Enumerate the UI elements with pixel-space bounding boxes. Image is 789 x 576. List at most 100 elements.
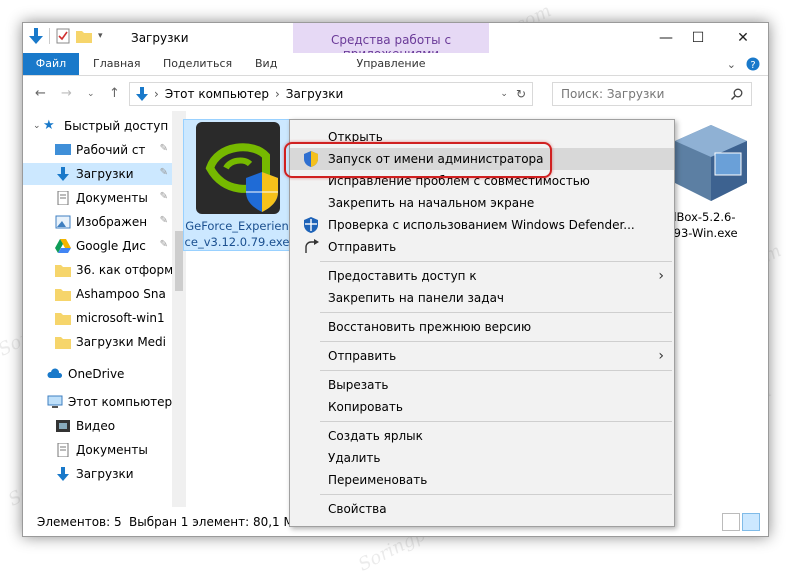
- nav-onedrive[interactable]: OneDrive: [23, 363, 172, 385]
- tab-file[interactable]: Файл: [23, 53, 79, 75]
- nav-item-folder[interactable]: Ashampoo Sna: [23, 283, 172, 305]
- menu-item-grant-access[interactable]: Предоставить доступ к ›: [290, 265, 674, 287]
- nav-label: Загрузки: [76, 167, 134, 181]
- nav-item-google-drive[interactable]: Google Дис ✎: [23, 235, 172, 257]
- file-name: GeForce_Experien ce_v3.12.0.79.exe: [184, 218, 290, 250]
- nav-quick-access[interactable]: ⌄ ★ Быстрый доступ: [23, 115, 172, 137]
- menu-item-defender-scan[interactable]: Проверка с использованием Windows Defend…: [290, 214, 674, 236]
- menu-item-delete[interactable]: Удалить: [290, 447, 674, 469]
- nav-label: Этот компьютер: [68, 395, 172, 409]
- folder-icon: [55, 313, 71, 325]
- nav-item-folder[interactable]: Загрузки Medi: [23, 331, 172, 353]
- properties-icon[interactable]: [56, 28, 70, 44]
- nav-item-video[interactable]: Видео: [23, 415, 172, 437]
- ribbon-right-controls: ⌄ ?: [727, 57, 760, 71]
- menu-separator: [320, 370, 672, 371]
- menu-item-create-shortcut[interactable]: Создать ярлык: [290, 425, 674, 447]
- recent-chevron-icon[interactable]: ⌄: [87, 89, 95, 99]
- nav-label: Загрузки: [76, 467, 134, 481]
- pin-icon: ✎: [159, 239, 168, 250]
- up-arrow-icon[interactable]: ↑: [109, 86, 120, 101]
- tab-manage[interactable]: Управление: [293, 53, 489, 75]
- view-toggle: [722, 513, 760, 531]
- nav-item-desktop[interactable]: Рабочий ст ✎: [23, 139, 172, 161]
- selection-info: Выбран 1 элемент: 80,1 МБ: [129, 515, 303, 529]
- menu-item-restore-version[interactable]: Восстановить прежнюю версию: [290, 316, 674, 338]
- nav-item-documents[interactable]: Документы ✎: [23, 187, 172, 209]
- menu-label: Создать ярлык: [328, 429, 423, 443]
- file-name-line: ce_v3.12.0.79.exe: [184, 235, 290, 249]
- defender-icon: [304, 217, 318, 233]
- google-drive-icon: [55, 239, 71, 253]
- menu-item-pin-taskbar[interactable]: Закрепить на панели задач: [290, 287, 674, 309]
- address-bar[interactable]: › Этот компьютер › Загрузки ⌄ ↻: [129, 82, 533, 106]
- close-button[interactable]: ✕: [720, 23, 766, 53]
- nav-item-folder[interactable]: 36. как отформ: [23, 259, 172, 281]
- large-icons-view-icon[interactable]: [742, 513, 760, 531]
- customize-chevron-icon[interactable]: ▾: [98, 31, 103, 41]
- menu-label: Отправить: [328, 349, 397, 363]
- nav-label: Загрузки Medi: [76, 335, 166, 349]
- maximize-button[interactable]: ☐: [675, 23, 721, 53]
- nav-item-pc-documents[interactable]: Документы: [23, 439, 172, 461]
- nav-item-downloads[interactable]: Загрузки ✎: [23, 163, 172, 185]
- menu-label: Отправить: [328, 240, 397, 254]
- help-icon[interactable]: ?: [746, 57, 760, 71]
- menu-item-copy[interactable]: Копировать: [290, 396, 674, 418]
- menu-item-cut[interactable]: Вырезать: [290, 374, 674, 396]
- details-view-icon[interactable]: [722, 513, 740, 531]
- pin-icon: ✎: [159, 191, 168, 202]
- nav-item-folder[interactable]: microsoft-win1: [23, 307, 172, 329]
- menu-label: Предоставить доступ к: [328, 269, 477, 283]
- back-arrow-icon[interactable]: ←: [35, 86, 46, 101]
- submenu-arrow-icon: ›: [658, 348, 664, 364]
- folder-icon: [55, 289, 71, 301]
- nav-item-pictures[interactable]: Изображен ✎: [23, 211, 172, 233]
- breadcrumb-separator-icon[interactable]: ›: [154, 87, 159, 101]
- toolbar-separator: [49, 28, 50, 44]
- downloads-icon: [57, 167, 69, 181]
- folder-icon: [55, 337, 71, 349]
- pin-icon: ✎: [159, 143, 168, 154]
- breadcrumb-this-pc[interactable]: Этот компьютер: [165, 87, 269, 101]
- breadcrumb-downloads[interactable]: Загрузки: [286, 87, 344, 101]
- tab-home[interactable]: Главная: [93, 53, 141, 75]
- forward-arrow-icon[interactable]: →: [61, 86, 72, 101]
- file-item-geforce[interactable]: GeForce_Experien ce_v3.12.0.79.exe: [183, 119, 291, 251]
- menu-item-properties[interactable]: Свойства: [290, 498, 674, 520]
- nav-label: 36. как отформ: [76, 263, 172, 277]
- tab-share[interactable]: Поделиться: [163, 53, 232, 75]
- menu-item-rename[interactable]: Переименовать: [290, 469, 674, 491]
- address-dropdown-icon[interactable]: ⌄: [500, 89, 508, 99]
- down-arrow-icon[interactable]: [29, 28, 43, 44]
- star-icon: ★: [43, 118, 55, 133]
- share-icon: [305, 239, 319, 253]
- nav-label: Видео: [76, 419, 116, 433]
- menu-label: Переименовать: [328, 473, 428, 487]
- menu-item-send-to[interactable]: Отправить ›: [290, 345, 674, 367]
- menu-label: Вырезать: [328, 378, 389, 392]
- refresh-icon[interactable]: ↻: [516, 87, 526, 101]
- new-folder-icon[interactable]: [76, 29, 92, 43]
- file-name-line: GeForce_Experien: [185, 219, 289, 233]
- video-icon: [56, 420, 70, 432]
- search-input[interactable]: Поиск: Загрузки: [552, 82, 752, 106]
- nav-this-pc[interactable]: Этот компьютер: [23, 391, 172, 413]
- menu-label: Удалить: [328, 451, 381, 465]
- item-count: Элементов: 5: [37, 515, 122, 529]
- breadcrumb-separator-icon[interactable]: ›: [275, 87, 280, 101]
- tab-view[interactable]: Вид: [255, 53, 277, 75]
- file-item-virtualbox[interactable]: [671, 121, 751, 208]
- menu-label: Закрепить на начальном экране: [328, 196, 535, 210]
- search-placeholder: Поиск: Загрузки: [561, 87, 665, 101]
- nav-label: Ashampoo Sna: [76, 287, 166, 301]
- menu-label: Восстановить прежнюю версию: [328, 320, 532, 334]
- expand-ribbon-icon[interactable]: ⌄: [727, 58, 736, 71]
- scrollbar-thumb[interactable]: [175, 231, 183, 291]
- menu-item-share[interactable]: Отправить: [290, 236, 674, 258]
- menu-item-pin-start[interactable]: Закрепить на начальном экране: [290, 192, 674, 214]
- nav-item-pc-downloads[interactable]: Загрузки: [23, 463, 172, 485]
- computer-icon: [47, 395, 63, 408]
- expand-chevron-icon[interactable]: ⌄: [33, 121, 43, 131]
- menu-separator: [320, 494, 672, 495]
